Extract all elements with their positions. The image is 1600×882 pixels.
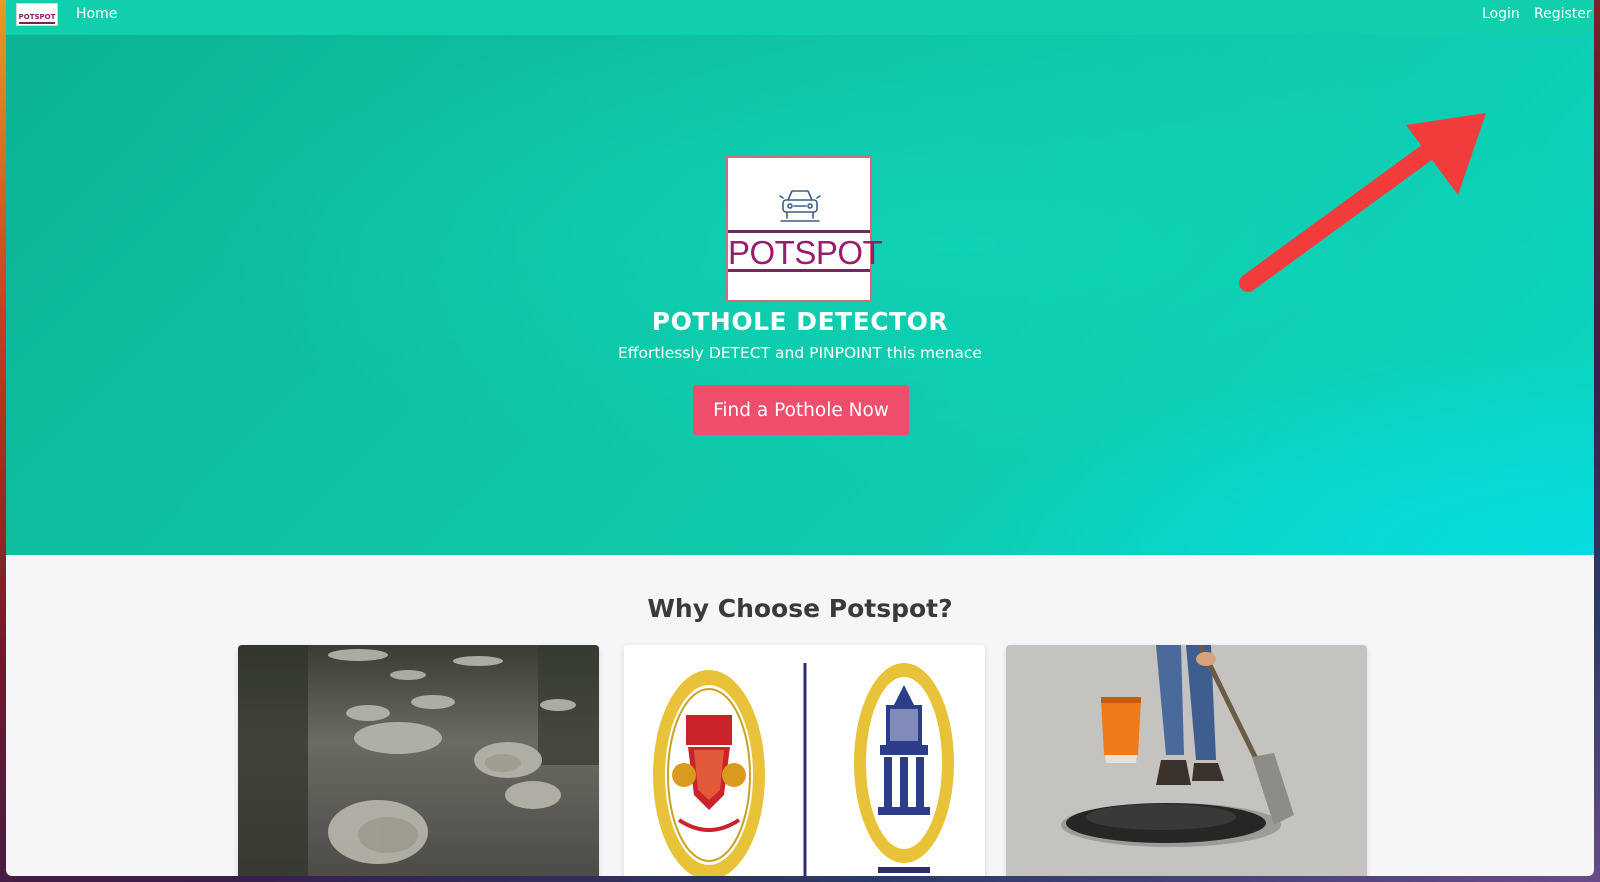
feature-card-government [624, 645, 985, 876]
nav-login-link[interactable]: Login [1482, 0, 1520, 28]
orange-bucket-icon [1101, 697, 1141, 763]
logo-stripe-bottom [728, 269, 870, 272]
hero-title: POTHOLE DETECTOR [651, 307, 949, 336]
wet-potholes-road-image [238, 645, 599, 876]
find-pothole-button[interactable]: Find a Pothole Now [693, 385, 909, 435]
hero-section: POTSPOT POTHOLE DETECTOR Effortlessly DE… [6, 35, 1594, 555]
navbar-logo-bar [19, 22, 55, 24]
hero-subtitle: Effortlessly DETECT and PINPOINT this me… [618, 344, 982, 362]
navbar-logo[interactable]: POTSPOT [16, 3, 58, 26]
government-logos-image [624, 645, 985, 876]
annotation-arrow-icon [1239, 113, 1486, 292]
potspot-logo: POTSPOT [726, 156, 883, 302]
hero-logo-text: POTSPOT [728, 234, 883, 271]
logo-stripe-top [728, 230, 870, 233]
browser-page: POTSPOT Home Login Register POTSPOT POTH… [6, 0, 1594, 876]
car-icon [779, 190, 821, 222]
features-title: Why Choose Potspot? [647, 594, 953, 623]
feature-card-potholes [238, 645, 599, 876]
navbar: POTSPOT Home Login Register [6, 0, 1594, 35]
nav-home-link[interactable]: Home [76, 0, 117, 28]
pothole-repair-image [1006, 645, 1367, 876]
feature-card-repair [1006, 645, 1367, 876]
karnataka-seal-icon [653, 670, 765, 876]
navbar-logo-text: POTSPOT [18, 13, 56, 21]
nav-register-link[interactable]: Register [1534, 0, 1592, 28]
